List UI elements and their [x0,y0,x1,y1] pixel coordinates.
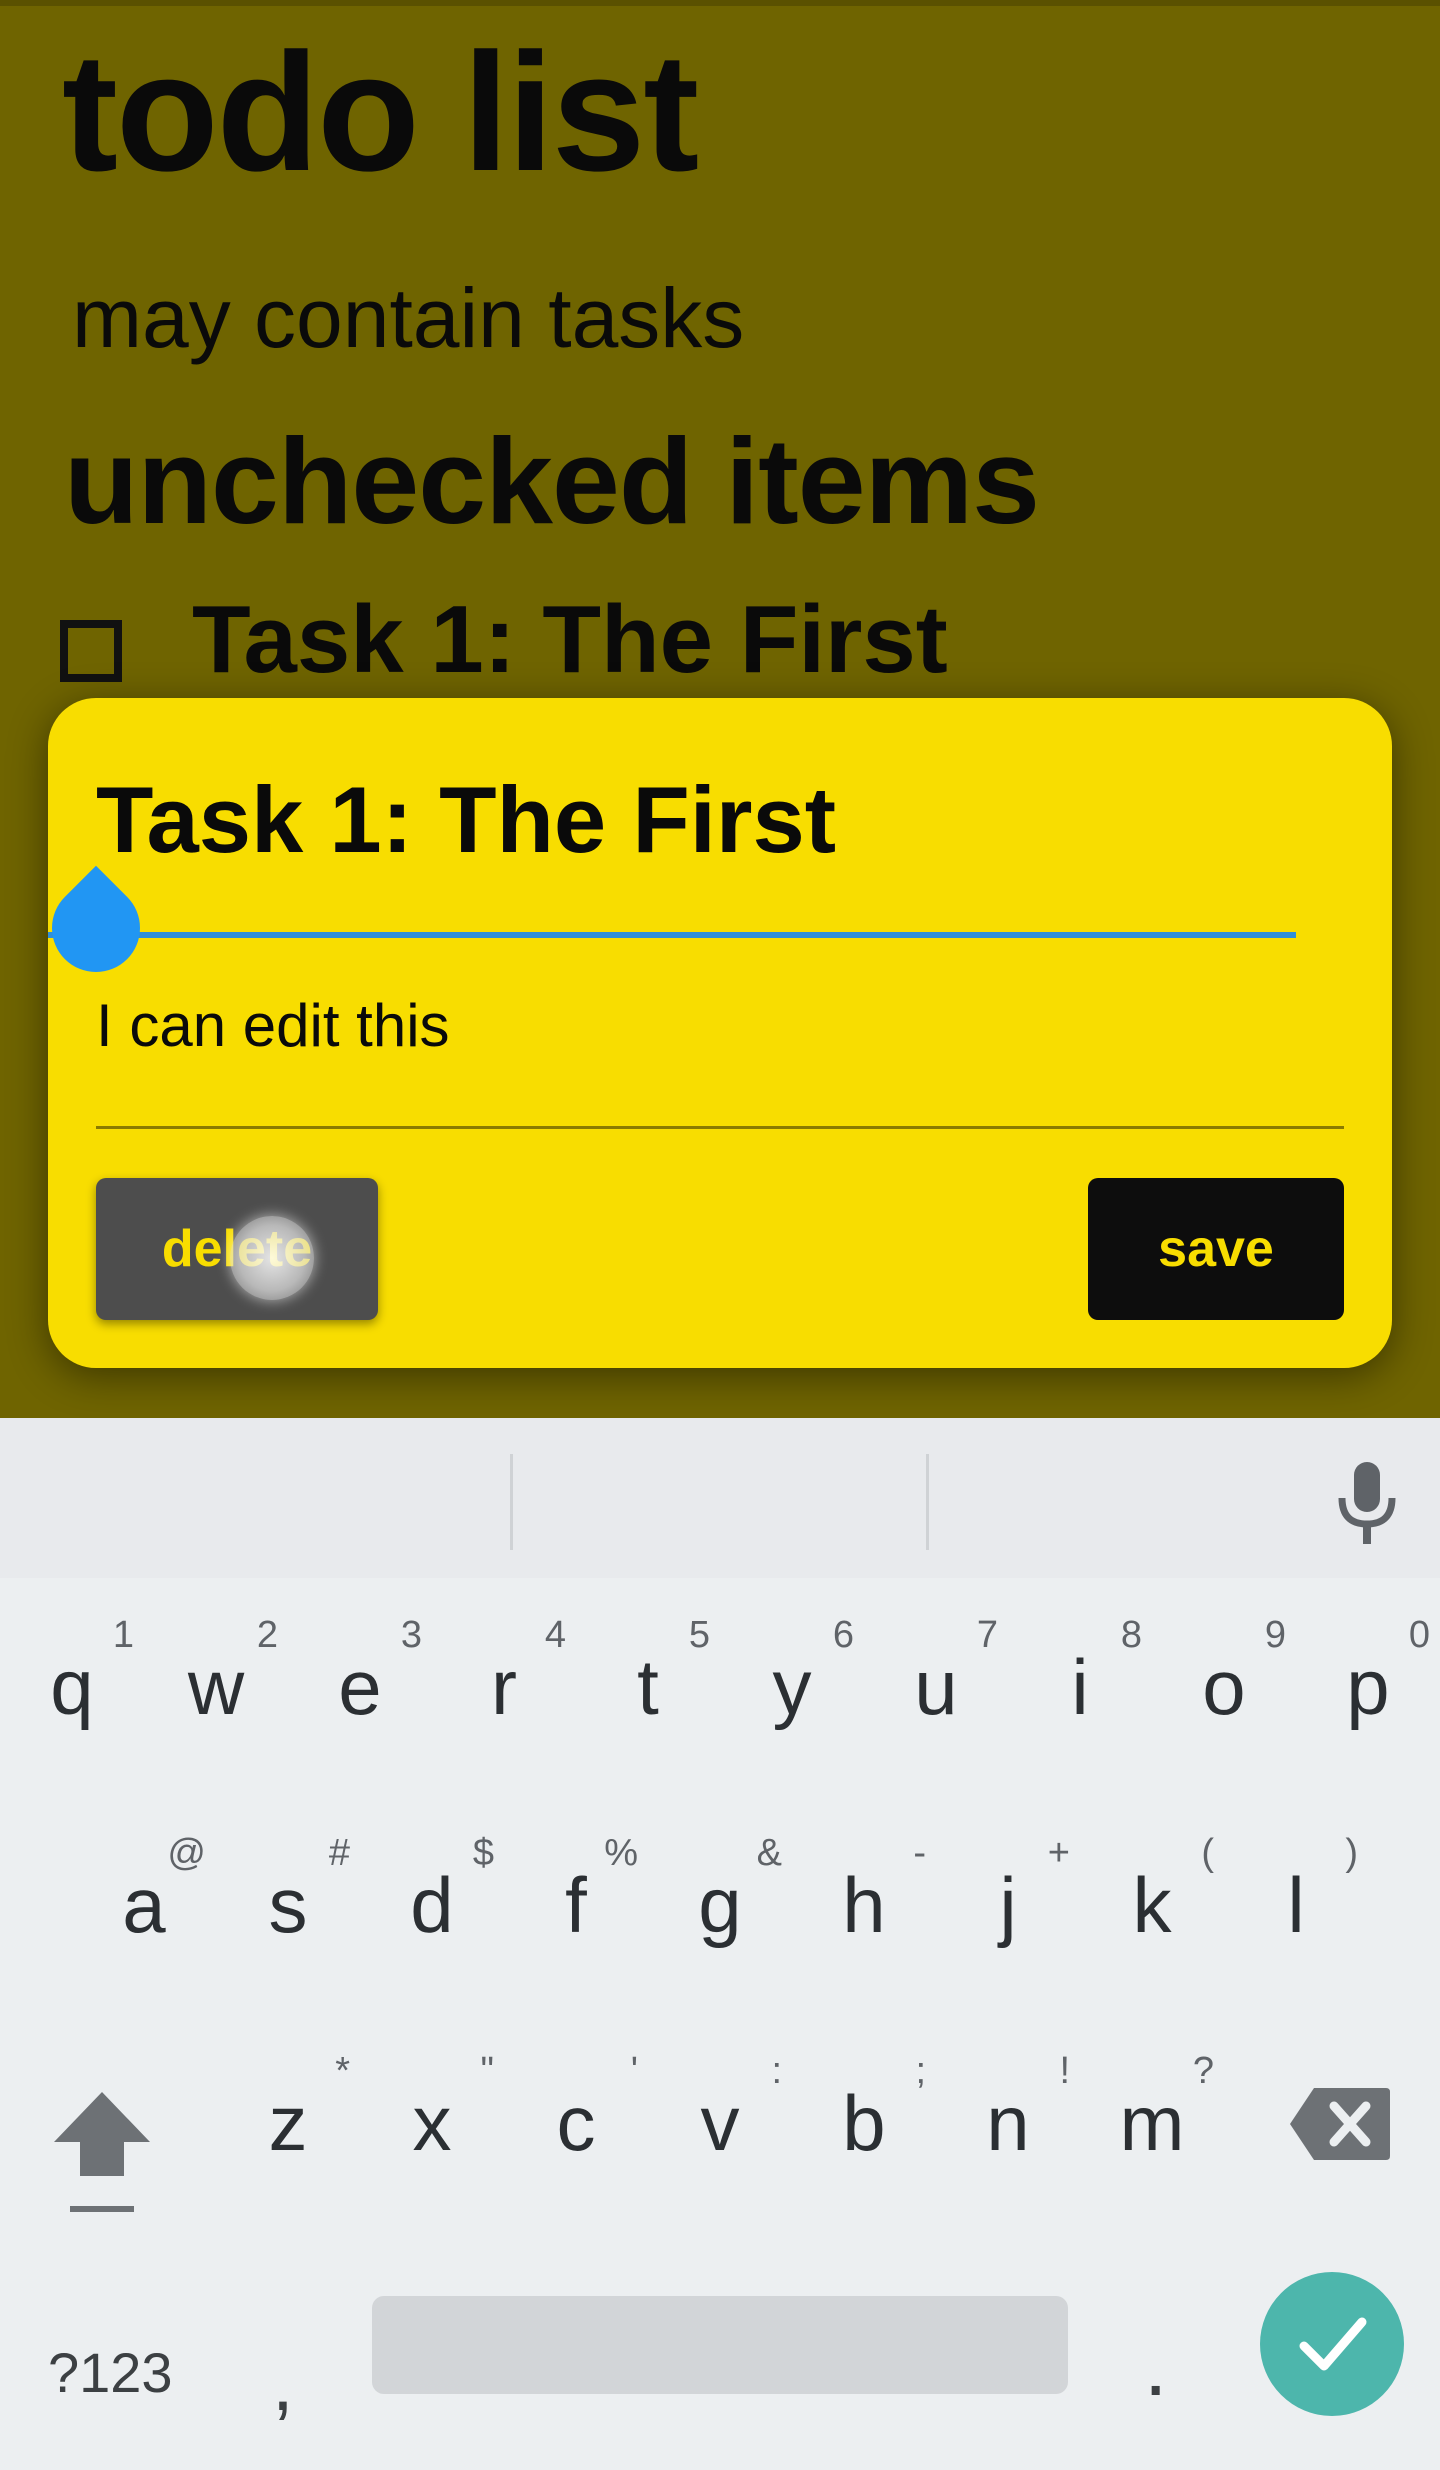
key-q[interactable]: 1q [0,1588,144,1788]
key-label: n [986,2079,1030,2167]
key-z[interactable]: * z [216,2024,360,2224]
key-h[interactable]: -h [792,1806,936,2006]
todo-app-screen: todo list may contain tasks unchecked it… [0,0,1440,1418]
key-o[interactable]: 9o [1152,1588,1296,1788]
key-label: l [1287,1861,1305,1949]
mic-icon[interactable] [1334,1458,1400,1548]
key-t[interactable]: 5t [576,1588,720,1788]
shift-icon[interactable] [42,2084,162,2224]
key-label: h [842,1861,886,1949]
period-key[interactable]: . [1144,2318,1167,2415]
key-f[interactable]: % f [504,1806,648,2006]
description-field-underline [96,1126,1344,1129]
key-l[interactable]: ) l [1224,1806,1368,2006]
edit-task-dialog: Task 1: The First I can edit this delete… [33,698,1392,1368]
key-label: o [1202,1643,1246,1731]
section-heading-unchecked: unchecked items [64,413,1040,549]
task-title-input[interactable]: Task 1: The First [96,768,836,872]
key-v[interactable]: :v [648,2024,792,2224]
key-label: i [1071,1643,1089,1731]
key-label: f [565,1861,587,1949]
key-label: y [772,1643,812,1731]
key-label: g [698,1861,742,1949]
key-p[interactable]: 0p [1296,1588,1440,1788]
key-k[interactable]: (k [1080,1806,1224,2006]
key-c[interactable]: ' c [504,2024,648,2224]
key-d[interactable]: $ d [360,1806,504,2006]
key-label: x [412,2079,452,2167]
task-title-field[interactable]: Task 1: The First [96,768,1344,918]
key-x[interactable]: " x [360,2024,504,2224]
app-title: todo list [62,18,699,206]
key-label: a [122,1861,166,1949]
key-label: s [268,1861,308,1949]
key-s[interactable]: # s [216,1806,360,2006]
task-row[interactable]: Task 1: The First [60,590,1260,700]
backspace-icon[interactable] [1288,2084,1392,2164]
touch-indicator [230,1216,314,1300]
space-bar[interactable] [372,2296,1068,2394]
suggestion-divider [926,1454,929,1550]
key-label: b [842,2079,886,2167]
task-checkbox[interactable] [60,620,122,682]
check-icon [1299,2317,1367,2371]
key-m[interactable]: ? m [1080,2024,1224,2224]
key-y[interactable]: 6y [720,1588,864,1788]
key-label: p [1346,1643,1390,1731]
key-label: e [338,1643,382,1731]
suggestion-bar [0,1418,1440,1578]
key-label: j [999,1861,1017,1949]
key-label: r [491,1643,517,1731]
key-label: m [1119,2079,1185,2167]
key-label: q [50,1643,94,1731]
key-label: c [556,2079,596,2167]
key-i[interactable]: 8i [1008,1588,1152,1788]
key-label: v [700,2079,740,2167]
task-description-input[interactable]: I can edit this [96,996,450,1056]
key-b[interactable]: ; b [792,2024,936,2224]
key-label: t [637,1643,659,1731]
key-label: d [410,1861,454,1949]
key-n[interactable]: ! n [936,2024,1080,2224]
key-u[interactable]: 7u [864,1588,1008,1788]
soft-keyboard: 1q2w3e4r5t6y7u8i9o0p @ a # s $ d% f & g - h + j(k) l … [0,1418,1440,2470]
title-field-underline [48,932,1296,938]
key-r[interactable]: 4r [432,1588,576,1788]
key-j[interactable]: + j [936,1806,1080,2006]
status-bar-edge [0,0,1440,6]
symbols-key[interactable]: ?123 [48,2340,173,2405]
enter-key[interactable] [1260,2272,1404,2416]
task-label: Task 1: The First [192,586,948,693]
app-subtitle: may contain tasks [72,271,745,365]
key-w[interactable]: 2w [144,1588,288,1788]
key-a[interactable]: @ a [72,1806,216,2006]
key-e[interactable]: 3e [288,1588,432,1788]
key-label: u [914,1643,958,1731]
comma-key[interactable]: , [272,2338,294,2429]
suggestion-divider [510,1454,513,1550]
save-button[interactable]: save [1088,1178,1344,1320]
key-label: w [187,1643,245,1731]
key-label: z [268,2079,308,2167]
key-label: k [1132,1861,1172,1949]
key-g[interactable]: & g [648,1806,792,2006]
